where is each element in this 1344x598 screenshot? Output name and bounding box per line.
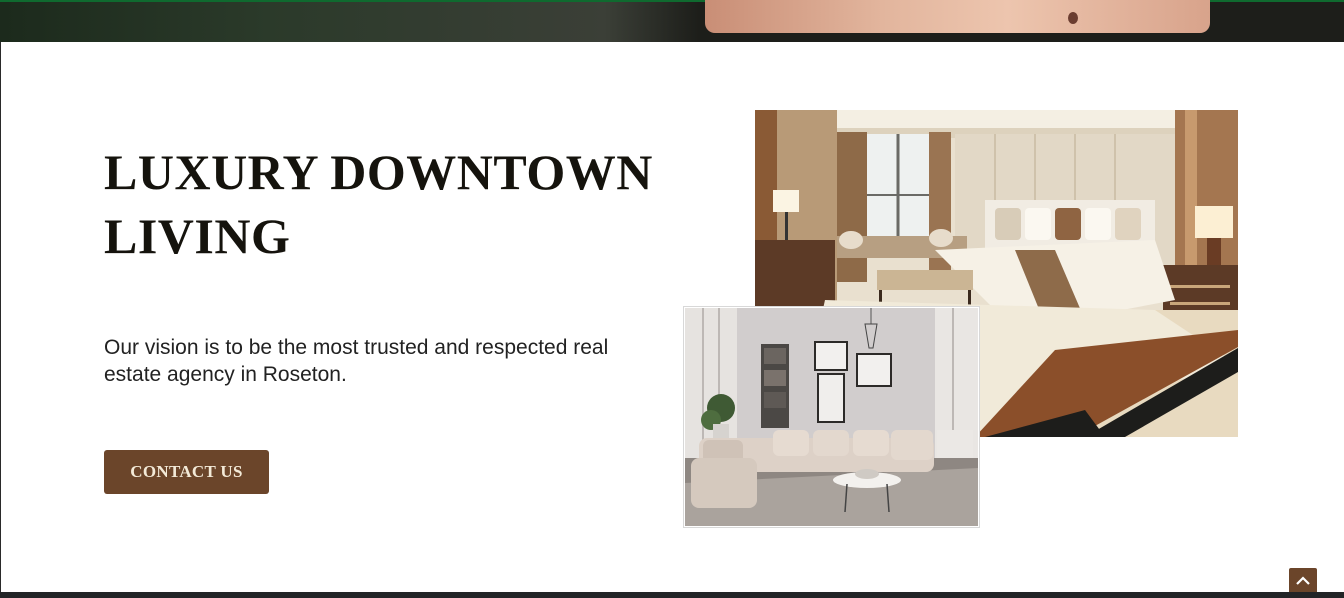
- left-border: [0, 42, 1, 592]
- banner-button-detail: [1068, 12, 1078, 24]
- living-room-image: [684, 307, 979, 527]
- chevron-up-icon: [1296, 576, 1310, 585]
- footer-strip: [0, 592, 1344, 598]
- scroll-to-top-button[interactable]: [1289, 568, 1317, 595]
- top-banner-image: [0, 0, 1344, 42]
- hero-description: Our vision is to be the most trusted and…: [104, 336, 609, 386]
- hero-text-block: LUXURY DOWNTOWN LIVING: [104, 140, 664, 268]
- page-title: LUXURY DOWNTOWN LIVING: [104, 144, 653, 264]
- banner-person-figure: [705, 0, 1210, 33]
- contact-us-button[interactable]: CONTACT US: [104, 450, 269, 494]
- living-room-illustration: [685, 308, 978, 526]
